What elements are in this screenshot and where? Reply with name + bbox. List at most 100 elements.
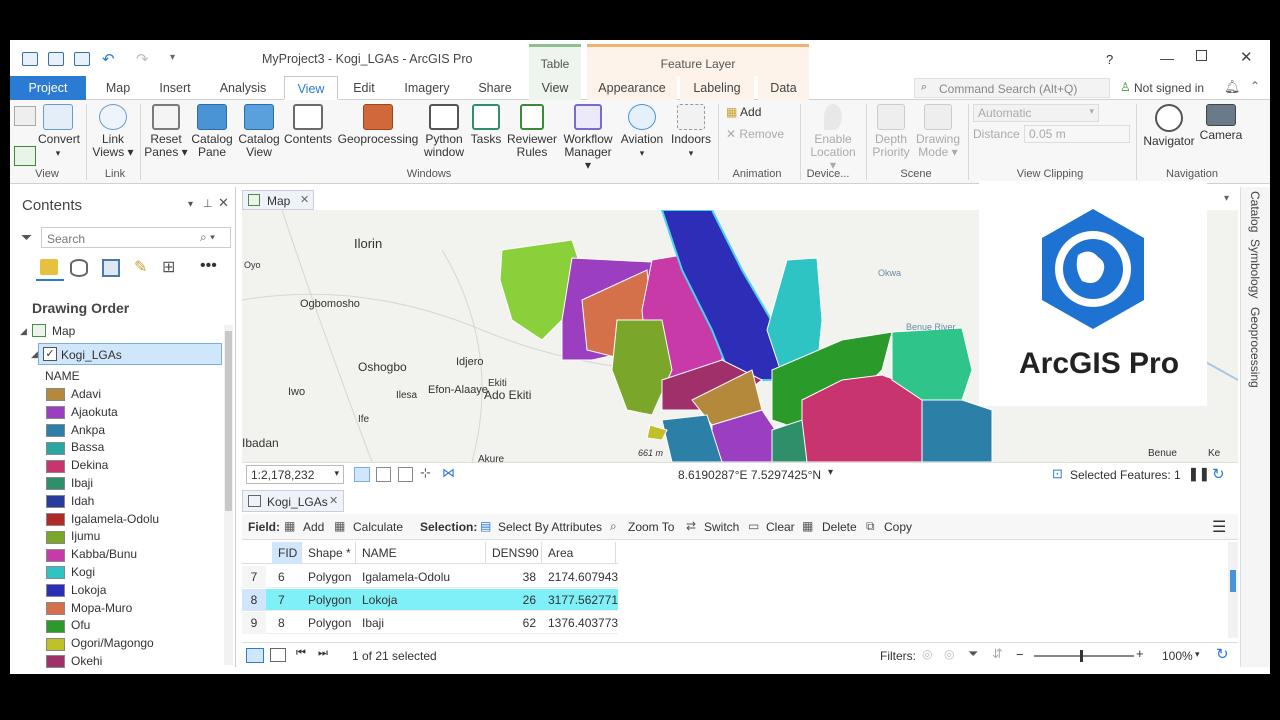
minimize-button[interactable]: — [1160,50,1174,66]
close-table-tab-icon[interactable]: ✕ [329,494,338,507]
geoprocessing-dock-tab[interactable]: Geoprocessing [1248,307,1262,388]
table-cell-dens[interactable]: 62 [486,612,542,634]
list-by-snapping-icon[interactable]: ⊞ [162,257,175,277]
filter-icon[interactable]: ⏷ [21,229,32,246]
refresh-icon[interactable]: ↻ [1212,465,1225,483]
zoom-slider[interactable] [1034,650,1134,662]
legend-item[interactable]: Bassa [46,440,104,458]
zoom-out-icon[interactable]: − [1016,647,1024,662]
close-map-tab-icon[interactable]: ✕ [300,193,309,206]
legend-item[interactable]: Idah [46,494,94,512]
table-cell-name[interactable]: Lokoja [356,589,486,611]
expand-map-icon[interactable]: ◢ [20,326,27,337]
list-by-selection-icon[interactable] [102,259,120,277]
selected-features-count[interactable]: Selected Features: 1 [1070,468,1181,482]
reset-panes-button[interactable]: Reset Panes ▾ [144,104,188,159]
switch-button[interactable]: Switch [704,520,739,534]
legend-item[interactable]: Mopa-Muro [46,601,132,619]
scale-select[interactable]: 1:2,178,232 ▾ [246,465,344,484]
navigation-icon[interactable]: ⋈ [442,465,455,481]
first-record-icon[interactable]: ⏮ [296,647,306,660]
legend-item[interactable]: Ofu [46,618,90,636]
distance-input[interactable]: 0.05 m [1024,125,1130,143]
symbology-dock-tab[interactable]: Symbology [1248,239,1262,298]
table-cell-dens[interactable]: 26 [486,589,542,611]
show-selected-records-icon[interactable] [270,648,286,662]
open-icon[interactable] [48,52,64,66]
calculate-button[interactable]: Calculate [353,520,403,534]
pause-drawing-icon[interactable]: ❚❚ [1188,466,1210,482]
catalog-dock-tab[interactable]: Catalog [1248,191,1262,232]
column-header[interactable]: Area [542,542,616,564]
restore-button[interactable] [1196,50,1207,61]
tab-data[interactable]: Data [758,76,809,100]
legend-item[interactable]: Ajaokuta [46,405,118,423]
depth-priority-button[interactable]: Depth Priority [870,104,912,159]
pin-icon[interactable]: ⊥ [203,197,213,210]
tab-insert[interactable]: Insert [150,76,200,100]
close-pane-icon[interactable]: ✕ [218,195,229,211]
table-cell-area[interactable]: 2174.607943 [542,566,618,588]
table-scrollbar[interactable] [1228,542,1238,638]
legend-item[interactable]: Dekina [46,458,108,476]
add-field-button[interactable]: Add [303,520,324,534]
enable-location-button[interactable]: Enable Location ▾ [806,104,860,172]
column-header[interactable]: DENS90 [486,542,542,564]
customize-icon[interactable]: ▾ [170,52,175,63]
snapping-icon[interactable]: ⊹ [420,465,431,481]
refresh-table-icon[interactable]: ↻ [1216,645,1229,663]
catalog-view-button[interactable]: Catalog View [236,104,282,159]
tab-analysis[interactable]: Analysis [210,76,276,100]
pane-options-icon[interactable]: ▾ [188,199,193,210]
legend-item[interactable]: Ankpa [46,423,105,441]
list-by-editing-icon[interactable]: ✎ [134,257,147,277]
zoom-dropdown-icon[interactable]: ▾ [1195,649,1200,660]
table-icon[interactable] [398,467,413,482]
remove-animation-button[interactable]: ✕ Remove [726,128,784,141]
table-cell-shape[interactable]: Polygon [302,612,356,634]
table-cell-name[interactable]: Igalamela-Odolu [356,566,486,588]
close-button[interactable]: ✕ [1240,48,1253,66]
view-small-icon-1[interactable] [14,106,36,126]
map-view-tab[interactable]: Map ✕ [242,190,314,210]
clipping-mode-select[interactable]: Automatic ▾ [973,104,1099,122]
table-cell-fid[interactable]: 7 [272,589,302,611]
table-cell-dens[interactable]: 38 [486,566,542,588]
column-header[interactable]: FID [272,542,302,564]
delete-button[interactable]: Delete [822,520,857,534]
legend-item[interactable]: Okehi [46,654,102,672]
navigator-button[interactable]: Navigator [1140,104,1198,148]
expand-layer-icon[interactable]: ◢ [31,349,38,360]
notification-bell-icon[interactable]: 🔔︎ [1224,79,1241,95]
tab-labeling[interactable]: Labeling [680,76,754,100]
layer-visibility-checkbox[interactable]: ✓ [43,347,57,361]
tab-table-view[interactable]: View [529,76,581,100]
show-all-records-icon[interactable] [246,648,264,663]
tab-map[interactable]: Map [94,76,142,100]
ribbon-collapse-icon[interactable]: ⌃ [1250,79,1260,93]
tab-appearance[interactable]: Appearance [587,76,677,100]
legend-item[interactable]: Kogi [46,565,95,583]
legend-item[interactable]: Ibaji [46,476,93,494]
tasks-button[interactable]: Tasks [468,104,504,146]
python-window-button[interactable]: Python window [422,104,466,159]
table-cell-fid[interactable]: 8 [272,612,302,634]
legend-item[interactable]: Ogori/Magongo [46,636,154,654]
aviation-button[interactable]: Aviation ▾ [618,104,666,160]
save-icon[interactable] [74,52,90,66]
add-animation-button[interactable]: ▦ Add [726,106,761,119]
fixed-scale-icon[interactable] [354,467,370,482]
copy-button[interactable]: Copy [884,520,912,534]
row-index[interactable]: 9 [242,612,266,634]
tab-share[interactable]: Share [470,76,520,100]
tab-imagery[interactable]: Imagery [396,76,458,100]
catalog-pane-button[interactable]: Catalog Pane [190,104,234,159]
more-options-icon[interactable]: ••• [200,257,217,275]
legend-item[interactable]: Igalamela-Odolu [46,512,159,530]
table-cell-shape[interactable]: Polygon [302,589,356,611]
convert-button[interactable]: Convert ▾ [38,104,80,160]
reviewer-rules-button[interactable]: Reviewer Rules [506,104,558,159]
filter-icon[interactable]: ⏷ [968,646,978,662]
column-header[interactable]: NAME [356,542,486,564]
grid-icon[interactable] [376,467,391,482]
